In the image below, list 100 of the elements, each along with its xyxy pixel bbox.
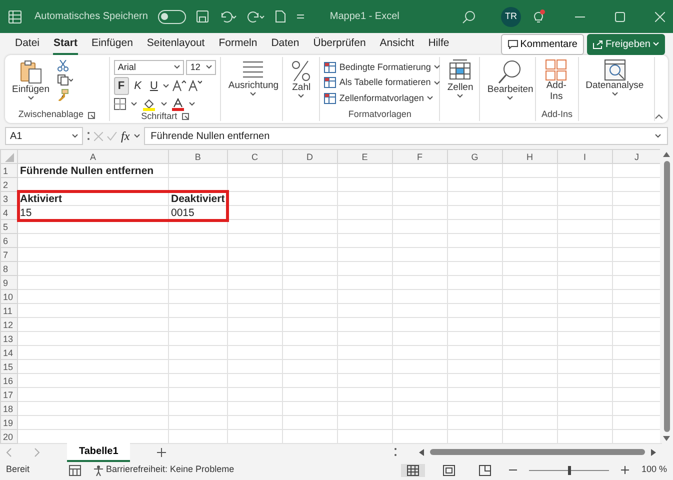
- row-header[interactable]: 12: [0, 318, 18, 332]
- shrink-font-icon[interactable]: [188, 80, 202, 92]
- menu-tab[interactable]: Ansicht: [372, 34, 422, 54]
- column-header[interactable]: H: [502, 150, 558, 164]
- alignment-button[interactable]: Ausrichtung: [225, 57, 282, 98]
- style-menu-button[interactable]: Zellenformatvorlagen: [324, 90, 440, 106]
- row-header[interactable]: 6: [0, 234, 18, 248]
- comment-icon: [508, 40, 518, 48]
- column-header[interactable]: F: [392, 150, 448, 164]
- font-style-button[interactable]: U: [146, 78, 161, 94]
- save-icon[interactable]: [196, 10, 209, 23]
- font-size-dropdown[interactable]: 12: [186, 60, 216, 74]
- row-header[interactable]: 18: [0, 402, 18, 416]
- user-avatar[interactable]: TR: [501, 6, 521, 26]
- cells-button[interactable]: Zellen: [444, 57, 476, 100]
- accessibility-button[interactable]: Barrierefreiheit: Keine Probleme: [92, 463, 234, 477]
- style-menu-button[interactable]: Bedingte Formatierung: [324, 60, 440, 75]
- menu-tab[interactable]: Seitenlayout: [140, 34, 212, 54]
- column-header[interactable]: G: [447, 150, 502, 164]
- font-color-icon[interactable]: [172, 98, 184, 110]
- menu-tab[interactable]: Einfügen: [84, 34, 140, 54]
- scroll-right-icon[interactable]: [651, 448, 656, 456]
- caret-icon: [653, 42, 659, 46]
- column-header[interactable]: D: [282, 150, 338, 164]
- row-header[interactable]: 8: [0, 262, 18, 276]
- column-header[interactable]: E: [337, 150, 392, 164]
- grow-font-icon[interactable]: [172, 80, 186, 92]
- scroll-up-icon[interactable]: [663, 152, 670, 156]
- dialog-launcher-icon[interactable]: [182, 113, 190, 120]
- share-button[interactable]: Freigeben: [586, 34, 665, 54]
- row-header[interactable]: 1: [0, 164, 18, 178]
- scroll-down-icon[interactable]: [663, 436, 670, 440]
- dialog-launcher-icon[interactable]: [88, 112, 96, 118]
- insert-function-button[interactable]: fx: [121, 127, 130, 145]
- scroll-left-icon[interactable]: [419, 448, 424, 456]
- column-header[interactable]: I: [557, 150, 612, 164]
- row-header[interactable]: 17: [0, 388, 18, 402]
- column-header[interactable]: B: [168, 150, 228, 164]
- row-header[interactable]: 20: [0, 430, 18, 444]
- caret-icon: [206, 65, 212, 69]
- borders-icon[interactable]: [114, 98, 126, 110]
- vertical-scrollbar-thumb[interactable]: [664, 160, 670, 432]
- row-header[interactable]: 2: [0, 178, 18, 192]
- caret-icon: [655, 134, 661, 138]
- menu-tab[interactable]: Hilfe: [421, 34, 456, 54]
- search-icon[interactable]: [462, 10, 476, 24]
- data-analysis-button[interactable]: Datenanalyse: [582, 57, 647, 98]
- font-style-button[interactable]: F: [114, 77, 129, 95]
- row-header[interactable]: 16: [0, 374, 18, 388]
- comment-button[interactable]: Kommentare: [500, 34, 584, 54]
- row-header[interactable]: 7: [0, 248, 18, 262]
- style-menu-button[interactable]: Als Tabelle formatieren: [324, 75, 440, 90]
- row-header[interactable]: 15: [0, 360, 18, 374]
- fill-color-icon[interactable]: [142, 98, 156, 110]
- maximize-icon[interactable]: [615, 12, 625, 22]
- page-break-preview-icon: [479, 464, 492, 476]
- row-header[interactable]: 9: [0, 276, 18, 290]
- add-sheet-icon[interactable]: [157, 448, 166, 456]
- editing-button[interactable]: Bearbeiten: [484, 57, 536, 102]
- lightbulb-icon[interactable]: [531, 9, 545, 24]
- close-icon[interactable]: [655, 12, 665, 22]
- view-button[interactable]: [401, 464, 426, 476]
- document-icon[interactable]: [274, 10, 286, 23]
- column-header[interactable]: A: [18, 150, 168, 164]
- row-header[interactable]: 3: [0, 192, 18, 206]
- row-header[interactable]: 5: [0, 220, 18, 234]
- row-header[interactable]: 11: [0, 304, 18, 318]
- font-dropdown[interactable]: Arial: [114, 60, 184, 74]
- number-button[interactable]: Zahl: [287, 57, 316, 100]
- zoom-level-text[interactable]: 100 %: [641, 463, 667, 477]
- menu-tab[interactable]: Start: [46, 34, 84, 54]
- formula-input[interactable]: Führende Nullen entfernen: [144, 127, 668, 145]
- copy-icon[interactable]: [56, 74, 73, 86]
- sheet-tab[interactable]: Tabelle1: [67, 442, 130, 462]
- paste-button[interactable]: Einfügen: [9, 57, 53, 102]
- autosave-toggle[interactable]: [158, 10, 186, 24]
- horizontal-scrollbar-thumb[interactable]: [430, 449, 645, 455]
- row-header[interactable]: 4: [0, 206, 18, 220]
- caret-icon: [72, 134, 78, 138]
- zoom-in-icon[interactable]: [621, 466, 630, 474]
- menu-tab[interactable]: Formeln: [212, 34, 264, 54]
- font-style-button[interactable]: K: [131, 78, 144, 94]
- menu-tab[interactable]: Daten: [264, 34, 306, 54]
- add-ins-button[interactable]: Add-Ins: [540, 57, 572, 105]
- row-header[interactable]: 19: [0, 416, 18, 430]
- workbook-stats-icon[interactable]: [68, 464, 81, 476]
- name-box[interactable]: A1: [5, 127, 83, 145]
- more-icon[interactable]: [394, 447, 397, 457]
- undo-icon[interactable]: [218, 10, 237, 23]
- caret-icon: [28, 96, 34, 100]
- cut-icon[interactable]: [56, 60, 69, 72]
- row-header[interactable]: 14: [0, 346, 18, 360]
- column-header[interactable]: J: [612, 150, 662, 164]
- redo-icon[interactable]: [246, 10, 265, 23]
- column-header[interactable]: C: [227, 150, 282, 164]
- collapse-ribbon-icon[interactable]: [655, 114, 663, 118]
- menu-tab[interactable]: Datei: [8, 34, 47, 54]
- row-header[interactable]: 13: [0, 332, 18, 346]
- menu-tab[interactable]: Überprüfen: [306, 34, 373, 54]
- row-header[interactable]: 10: [0, 290, 18, 304]
